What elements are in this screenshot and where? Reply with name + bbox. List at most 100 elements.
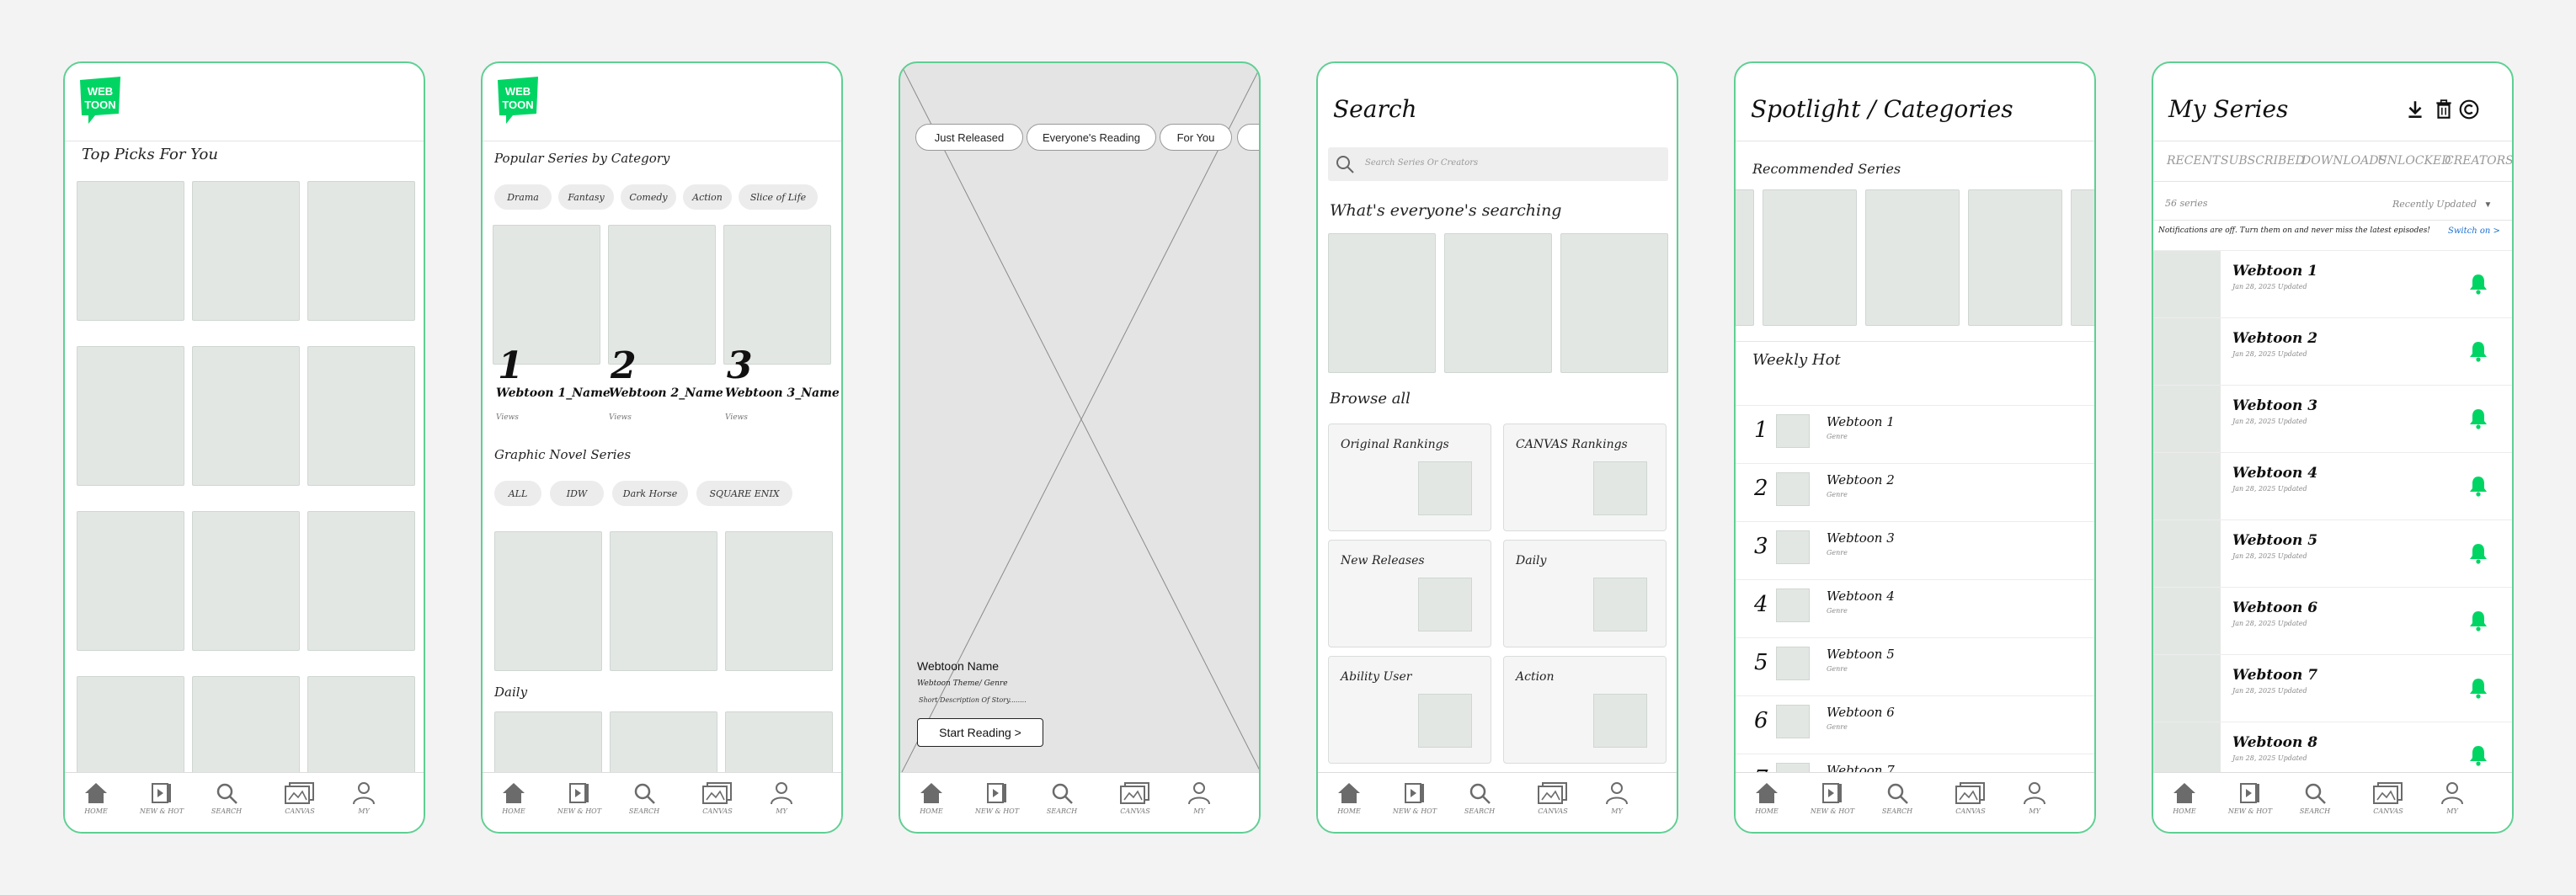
bell-icon[interactable] xyxy=(2468,542,2488,568)
recommended-thumbnail[interactable] xyxy=(1968,189,2062,326)
genre-chip[interactable]: Fantasy xyxy=(558,184,614,210)
graphic-novel-thumbnail[interactable] xyxy=(725,531,833,671)
category-card-ability-user[interactable]: Ability User xyxy=(1328,656,1491,764)
genre-chip[interactable]: Action xyxy=(683,184,732,210)
pill-just-released[interactable]: Just Released xyxy=(915,124,1023,151)
webtoon-logo[interactable]: WEB TOON xyxy=(494,75,541,125)
nav-search[interactable]: SEARCH xyxy=(619,781,669,815)
rank-series-name[interactable]: Webtoon 2_Name xyxy=(609,386,723,400)
publisher-chip[interactable]: ALL xyxy=(494,481,541,506)
nav-home[interactable]: HOME xyxy=(2159,781,2210,815)
bell-icon[interactable] xyxy=(2468,677,2488,703)
nav-home[interactable]: HOME xyxy=(906,781,957,815)
tab-creators[interactable]: CREATORS xyxy=(2445,154,2512,168)
trending-thumbnail[interactable] xyxy=(1444,233,1552,373)
nav-home[interactable]: HOME xyxy=(1324,781,1374,815)
nav-search[interactable]: SEARCH xyxy=(201,781,252,815)
weekly-hot-row[interactable]: 2 Webtoon 2 Genre xyxy=(1736,463,2094,521)
nav-canvas[interactable]: CANVAS xyxy=(1945,781,1996,815)
publisher-chip[interactable]: SQUARE ENIX xyxy=(696,481,792,506)
bell-icon[interactable] xyxy=(2468,408,2488,434)
pill-for-you[interactable]: For You xyxy=(1160,124,1232,151)
category-card-action[interactable]: Action xyxy=(1503,656,1667,764)
pill-everyones-reading[interactable]: Everyone's Reading xyxy=(1027,124,1156,151)
tab-recent[interactable]: RECENT xyxy=(2167,154,2220,168)
webtoon-logo[interactable]: WEB TOON xyxy=(77,75,124,125)
series-thumbnail[interactable] xyxy=(307,346,415,486)
nav-canvas[interactable]: CANVAS xyxy=(1110,781,1160,815)
rank-series-name[interactable]: Webtoon 3_Name xyxy=(725,386,840,400)
nav-home[interactable]: HOME xyxy=(488,781,539,815)
genre-chip[interactable]: Slice of Life xyxy=(739,184,818,210)
nav-new-hot[interactable]: NEW & HOT xyxy=(136,781,187,815)
bell-icon[interactable] xyxy=(2468,273,2488,299)
weekly-hot-row[interactable]: 1 Webtoon 1 Genre xyxy=(1736,405,2094,463)
download-icon[interactable] xyxy=(2404,99,2426,120)
series-thumbnail[interactable] xyxy=(192,511,300,651)
tab-downloads[interactable]: DOWNLOADS xyxy=(2301,154,2387,168)
nav-search[interactable]: SEARCH xyxy=(2290,781,2340,815)
nav-canvas[interactable]: CANVAS xyxy=(1528,781,1578,815)
trending-thumbnail[interactable] xyxy=(1560,233,1668,373)
series-row[interactable]: Webtoon 2 Jan 28, 2025 Updated xyxy=(2153,317,2512,386)
recommended-thumbnail[interactable] xyxy=(1865,189,1960,326)
pill-more[interactable] xyxy=(1237,124,1259,151)
nav-search[interactable]: SEARCH xyxy=(1037,781,1087,815)
recommended-thumbnail[interactable] xyxy=(2071,189,2094,326)
series-row[interactable]: Webtoon 1 Jan 28, 2025 Updated xyxy=(2153,250,2512,318)
series-row[interactable]: Webtoon 7 Jan 28, 2025 Updated xyxy=(2153,654,2512,722)
series-row[interactable]: Webtoon 4 Jan 28, 2025 Updated xyxy=(2153,452,2512,520)
nav-search[interactable]: SEARCH xyxy=(1454,781,1505,815)
category-card-new-releases[interactable]: New Releases xyxy=(1328,540,1491,647)
recommended-thumbnail[interactable] xyxy=(1763,189,1857,326)
nav-my[interactable]: MY xyxy=(339,781,389,815)
series-thumbnail[interactable] xyxy=(77,346,184,486)
switch-on-link[interactable]: Switch on > xyxy=(2448,226,2500,236)
series-thumbnail[interactable] xyxy=(192,181,300,321)
nav-my[interactable]: MY xyxy=(2009,781,2060,815)
nav-new-hot[interactable]: NEW & HOT xyxy=(1389,781,1440,815)
series-row[interactable]: Webtoon 3 Jan 28, 2025 Updated xyxy=(2153,385,2512,453)
nav-home[interactable]: HOME xyxy=(71,781,121,815)
series-row[interactable]: Webtoon 6 Jan 28, 2025 Updated xyxy=(2153,587,2512,655)
rank-series-name[interactable]: Webtoon 1_Name xyxy=(496,386,611,400)
genre-chip[interactable]: Comedy xyxy=(621,184,676,210)
publisher-chip[interactable]: IDW xyxy=(550,481,604,506)
bell-icon[interactable] xyxy=(2468,475,2488,501)
series-thumbnail[interactable] xyxy=(77,181,184,321)
weekly-hot-row[interactable]: 4 Webtoon 4 Genre xyxy=(1736,579,2094,637)
sort-dropdown[interactable]: Recently Updated ▼ xyxy=(2392,196,2492,211)
start-reading-button[interactable]: Start Reading > xyxy=(917,718,1043,747)
recommended-thumbnail[interactable] xyxy=(1736,189,1754,326)
nav-my[interactable]: MY xyxy=(2427,781,2477,815)
nav-my[interactable]: MY xyxy=(1592,781,1642,815)
series-thumbnail[interactable] xyxy=(307,181,415,321)
series-row[interactable]: Webtoon 5 Jan 28, 2025 Updated xyxy=(2153,519,2512,588)
category-card-daily[interactable]: Daily xyxy=(1503,540,1667,647)
trending-thumbnail[interactable] xyxy=(1328,233,1436,373)
category-card-original-rankings[interactable]: Original Rankings xyxy=(1328,424,1491,531)
nav-new-hot[interactable]: NEW & HOT xyxy=(554,781,605,815)
nav-search[interactable]: SEARCH xyxy=(1872,781,1923,815)
graphic-novel-thumbnail[interactable] xyxy=(494,531,602,671)
search-input[interactable]: Search Series Or Creators xyxy=(1365,158,1478,168)
bell-icon[interactable] xyxy=(2468,340,2488,366)
coin-icon[interactable] xyxy=(2458,99,2480,120)
graphic-novel-thumbnail[interactable] xyxy=(610,531,717,671)
nav-my[interactable]: MY xyxy=(756,781,807,815)
series-thumbnail[interactable] xyxy=(307,511,415,651)
tab-unlocked[interactable]: UNLOCKED xyxy=(2377,154,2451,168)
bell-icon[interactable] xyxy=(2468,610,2488,636)
nav-canvas[interactable]: CANVAS xyxy=(2363,781,2413,815)
category-card-canvas-rankings[interactable]: CANVAS Rankings xyxy=(1503,424,1667,531)
genre-chip[interactable]: Drama xyxy=(494,184,552,210)
nav-canvas[interactable]: CANVAS xyxy=(692,781,743,815)
series-thumbnail[interactable] xyxy=(192,346,300,486)
weekly-hot-row[interactable]: 3 Webtoon 3 Genre xyxy=(1736,521,2094,579)
nav-canvas[interactable]: CANVAS xyxy=(275,781,325,815)
nav-home[interactable]: HOME xyxy=(1741,781,1792,815)
trash-icon[interactable] xyxy=(2433,99,2455,120)
search-bar[interactable]: Search Series Or Creators xyxy=(1328,147,1668,181)
nav-new-hot[interactable]: NEW & HOT xyxy=(1807,781,1858,815)
series-thumbnail[interactable] xyxy=(77,511,184,651)
